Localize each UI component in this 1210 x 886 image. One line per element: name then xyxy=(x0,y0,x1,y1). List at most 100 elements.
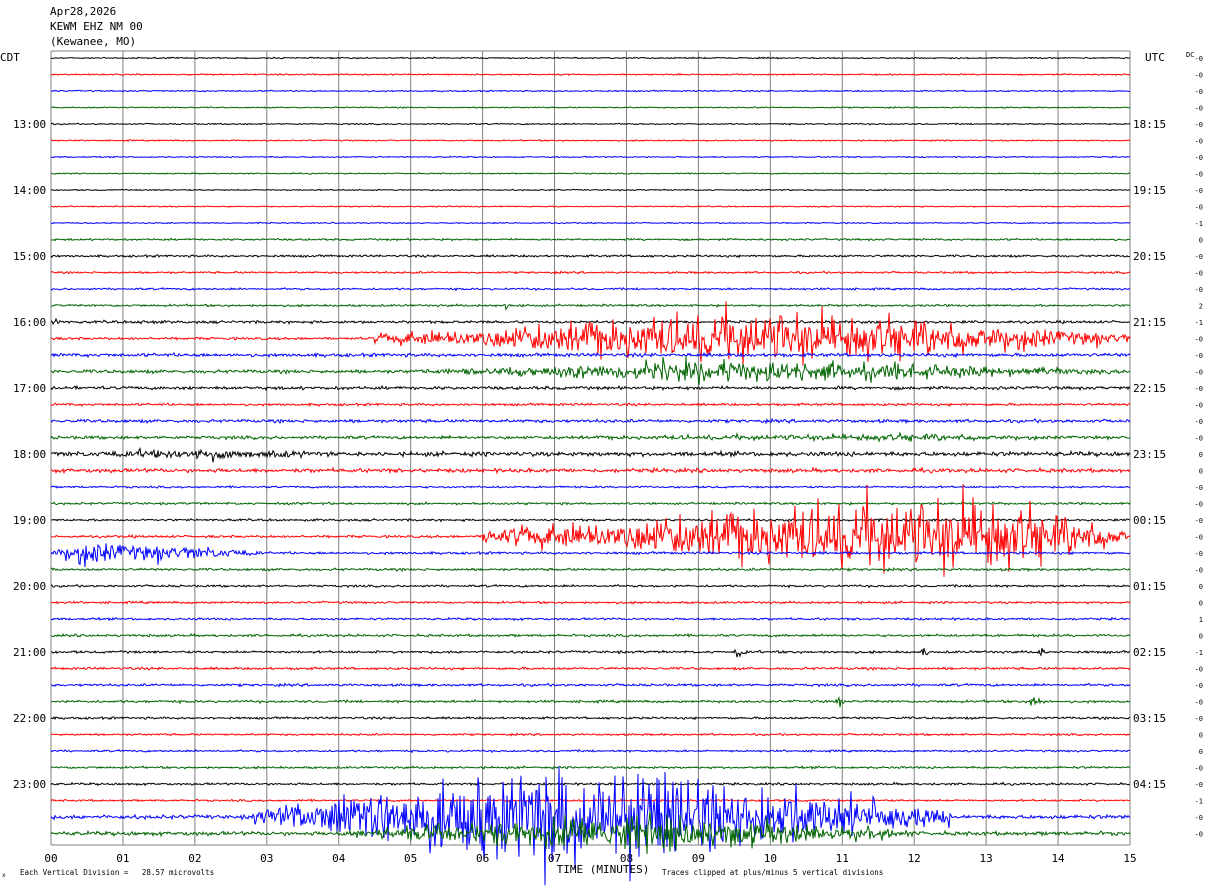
dc-offset-18: -0 xyxy=(1195,352,1203,360)
cdt-label-10: 23:00 xyxy=(13,778,46,791)
dc-offset-2: -0 xyxy=(1195,88,1203,96)
trace-row-4 xyxy=(50,122,1131,126)
trace-row-28 xyxy=(50,517,1131,523)
cdt-label-5: 18:00 xyxy=(13,448,46,461)
dc-offset-22: -0 xyxy=(1195,418,1203,426)
vertical-scale-note: Each Vertical Division = 28.57 microvolt… xyxy=(20,868,214,877)
trace-row-22 xyxy=(50,417,1131,425)
dc-offset-28: -0 xyxy=(1195,517,1203,525)
trace-row-27 xyxy=(50,501,1131,506)
trace-row-33 xyxy=(50,600,1131,605)
trace-row-24 xyxy=(50,446,1131,463)
trace-row-12 xyxy=(50,253,1131,259)
dc-offset-46: -0 xyxy=(1195,814,1203,822)
x-tick-12: 12 xyxy=(908,852,921,865)
dc-offset-4: -0 xyxy=(1195,121,1203,129)
utc-label-6: 00:15 xyxy=(1133,514,1166,527)
x-tick-01: 01 xyxy=(116,852,129,865)
utc-label-10: 04:15 xyxy=(1133,778,1166,791)
dc-offset-40: -0 xyxy=(1195,715,1203,723)
utc-label-0: 18:15 xyxy=(1133,118,1166,131)
dc-offset-20: -0 xyxy=(1195,385,1203,393)
clip-note: Traces clipped at plus/minus 5 vertical … xyxy=(662,868,883,877)
cdt-label-6: 19:00 xyxy=(13,514,46,527)
dc-offset-33: 0 xyxy=(1199,600,1203,608)
trace-row-45 xyxy=(50,798,1130,803)
station-location: (Kewanee, MO) xyxy=(50,35,137,48)
x-tick-00: 00 xyxy=(44,852,57,865)
dc-offset-41: 0 xyxy=(1199,732,1203,740)
cdt-hour-labels: 13:00 14:00 15:00 16:00 17:00 18:00 19:00 20:00… xyxy=(13,118,46,791)
dc-offset-38: -0 xyxy=(1195,682,1203,690)
dc-offset-35: 0 xyxy=(1199,633,1203,641)
trace-row-23 xyxy=(50,431,1131,443)
helicorder-chart: 13:00 14:00 15:00 16:00 17:00 18:00 19:00 20:00… xyxy=(0,50,1203,886)
x-tick-05: 05 xyxy=(404,852,417,865)
time-grid xyxy=(50,50,1131,846)
utc-label-3: 21:15 xyxy=(1133,316,1166,329)
trace-row-44 xyxy=(50,781,1131,787)
trace-row-1 xyxy=(50,72,1131,77)
trace-row-11 xyxy=(50,237,1131,242)
cdt-label-2: 15:00 xyxy=(13,250,46,263)
dc-offset-labels: -0 -0 -0 -0 -0 -0 -0 -0 -0 -0 -1 0 -0 -0 -0 2 -1 -0 -0 -0 -0… xyxy=(1195,55,1203,839)
dc-offset-24: 0 xyxy=(1199,451,1203,459)
trace-row-15 xyxy=(50,303,1131,311)
plot-date: Apr28,2026 xyxy=(50,5,117,18)
trace-row-30 xyxy=(50,543,1131,567)
dc-offset-14: -0 xyxy=(1195,286,1203,294)
trace-row-31 xyxy=(50,566,1131,573)
x-tick-06: 06 xyxy=(476,852,489,865)
dc-offset-31: -0 xyxy=(1195,567,1203,575)
trace-row-32 xyxy=(50,583,1131,589)
trace-row-35 xyxy=(50,632,1131,638)
dc-offset-39: -0 xyxy=(1195,699,1203,707)
dc-offset-44: -0 xyxy=(1195,781,1203,789)
dc-offset-23: -0 xyxy=(1195,435,1203,443)
dc-offset-8: -0 xyxy=(1195,187,1203,195)
trace-row-25 xyxy=(50,466,1131,475)
dc-offset-21: -0 xyxy=(1195,402,1203,410)
dc-offset-9: -0 xyxy=(1195,204,1203,212)
dc-offset-7: -0 xyxy=(1195,171,1203,179)
dc-offset-10: -1 xyxy=(1195,220,1203,228)
trace-row-42 xyxy=(50,749,1131,754)
x-tick-14: 14 xyxy=(1051,852,1065,865)
utc-label-7: 01:15 xyxy=(1133,580,1166,593)
dc-offset-34: 1 xyxy=(1199,616,1203,624)
x-tick-04: 04 xyxy=(332,852,346,865)
cdt-label-4: 17:00 xyxy=(13,382,46,395)
x-tick-10: 10 xyxy=(764,852,777,865)
cdt-label-8: 21:00 xyxy=(13,646,46,659)
dc-offset-5: -0 xyxy=(1195,138,1203,146)
trace-row-43 xyxy=(50,765,1131,770)
dc-column-label: DC xyxy=(1186,51,1194,59)
dc-offset-13: -0 xyxy=(1195,270,1203,278)
trace-row-10 xyxy=(50,221,1130,225)
x-tick-02: 02 xyxy=(188,852,201,865)
trace-row-26 xyxy=(50,484,1131,489)
right-timezone-label: UTC xyxy=(1145,51,1165,64)
utc-label-4: 22:15 xyxy=(1133,382,1166,395)
dc-offset-26: -0 xyxy=(1195,484,1203,492)
dc-offset-25: 0 xyxy=(1199,468,1203,476)
trace-row-2 xyxy=(50,89,1131,93)
dc-offset-15: 2 xyxy=(1199,303,1203,311)
trace-row-9 xyxy=(50,205,1131,209)
dc-offset-47: -0 xyxy=(1195,831,1203,839)
trace-row-0 xyxy=(50,56,1131,60)
dc-offset-11: 0 xyxy=(1199,237,1203,245)
cdt-label-0: 13:00 xyxy=(13,118,46,131)
cdt-label-3: 16:00 xyxy=(13,316,46,329)
dc-offset-0: -0 xyxy=(1195,55,1203,63)
dc-offset-1: -0 xyxy=(1195,72,1203,80)
dc-offset-6: -0 xyxy=(1195,154,1203,162)
seismic-traces xyxy=(50,56,1131,886)
trace-row-29 xyxy=(50,483,1131,577)
trace-row-13 xyxy=(50,270,1131,275)
trace-row-36 xyxy=(50,647,1131,658)
dc-offset-45: -1 xyxy=(1195,798,1203,806)
trace-row-37 xyxy=(50,666,1131,672)
cdt-label-7: 20:00 xyxy=(13,580,46,593)
dc-offset-37: -0 xyxy=(1195,666,1203,674)
